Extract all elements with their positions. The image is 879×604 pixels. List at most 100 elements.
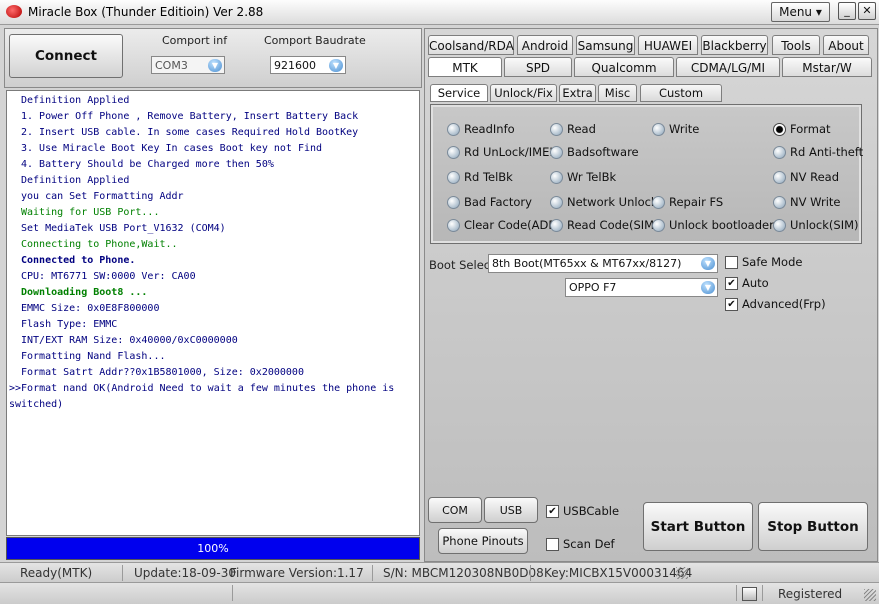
status-bar: Ready(MTK) Update:18-09-30 Firmware Vers… [0,562,879,583]
menu-button[interactable]: Menu ▾ [771,2,830,22]
tab-blackberry[interactable]: Blackberry [701,35,768,55]
tab-tools[interactable]: Tools [772,35,820,55]
option-rd-unlock-imei[interactable]: Rd UnLock/IMEI [464,145,553,159]
tab-spd[interactable]: SPD [504,57,572,77]
option-repair-fs[interactable]: Repair FS [669,195,723,209]
tab-coolsand-rda[interactable]: Coolsand/RDA [428,35,514,55]
tab-android[interactable]: Android [517,35,573,55]
radio-icon[interactable] [447,219,460,232]
boot-select-value: 8th Boot(MT65xx & MT67xx/8127) [492,257,682,270]
log-line: 4. Battery Should be Charged more then 5… [21,159,274,170]
boot-select[interactable]: 8th Boot(MT65xx & MT67xx/8127) ▼ [488,254,718,273]
subtab-service[interactable]: Service [430,84,488,102]
status-firmware: Firmware Version:1.17 [230,566,364,580]
option-badsoftware[interactable]: Badsoftware [567,145,639,159]
log-line: switched) [9,399,64,410]
log-line: 1. Power Off Phone , Remove Battery, Ins… [21,111,359,122]
radio-icon[interactable] [773,196,786,209]
connect-button[interactable]: Connect Button [9,34,123,106]
radio-icon[interactable] [773,171,786,184]
tab-qualcomm[interactable]: Qualcomm [574,57,674,77]
option-clear-code-adb-[interactable]: Clear Code(ADB) [464,218,561,232]
radio-icon[interactable] [550,123,563,136]
log-output[interactable]: Definition Applied 1. Power Off Phone , R… [6,90,420,536]
tab-mstar-w[interactable]: Mstar/W [782,57,872,77]
usb-cable-label: USBCable [563,504,620,518]
scan-def-checkbox[interactable] [546,538,559,551]
subtab-custom-setting[interactable]: Custom Setting [640,84,722,117]
phone-pinouts-button[interactable]: Phone Pinouts [438,528,528,554]
status-key: Key:MICBX15V00031464 [544,566,693,580]
tab-huawei[interactable]: HUAWEI [638,35,698,55]
checkbox-advanced-frp-[interactable]: ✔ [725,298,738,311]
radio-icon[interactable] [773,219,786,232]
checkbox-auto[interactable]: ✔ [725,277,738,290]
tab-samsung[interactable]: Samsung [576,35,635,55]
radio-icon[interactable] [550,146,563,159]
com-scan-button[interactable]: COM Scan [428,497,482,542]
radio-icon[interactable] [652,196,665,209]
close-icon[interactable]: ✕ [858,2,876,20]
usb-cable-checkbox[interactable]: ✔ [546,505,559,518]
option-read[interactable]: Read [567,122,596,136]
comport-select[interactable]: COM3 ▼ [151,56,225,74]
log-line: Formatting Nand Flash... [21,351,166,362]
tab-about[interactable]: About [823,35,869,55]
radio-icon[interactable] [652,123,665,136]
radio-icon[interactable] [447,146,460,159]
minimize-icon[interactable]: _ [838,2,856,20]
radio-icon[interactable] [550,196,563,209]
log-line: you can Set Formatting Addr [21,191,184,202]
log-line: Set MediaTek USB Port_V1632 (COM4) [21,223,226,234]
chevron-down-icon[interactable]: ▼ [701,281,715,294]
radio-icon[interactable] [773,146,786,159]
chevron-down-icon[interactable]: ▼ [701,257,715,270]
option-read-code-sim-[interactable]: Read Code(SIM) [567,218,659,232]
log-line: Downloading Boot8 ... [21,287,148,298]
radio-icon[interactable] [773,123,786,136]
checkbox-safe-mode[interactable] [725,256,738,269]
baudrate-label: Comport Baudrate [264,34,366,47]
option-nv-write[interactable]: NV Write [790,195,841,209]
tab-cdma-lg-mi[interactable]: CDMA/LG/MI [676,57,780,77]
option-format[interactable]: Format [790,122,831,136]
option-write[interactable]: Write [669,122,699,136]
radio-icon[interactable] [447,171,460,184]
keyboard-icon [742,587,757,601]
radio-icon[interactable] [550,219,563,232]
log-line: >>Format nand OK(Android Need to wait a … [9,383,395,394]
subtab-misc[interactable]: Misc [598,84,637,102]
option-unlock-bootloader[interactable]: Unlock bootloader [669,218,774,232]
model-select-value: OPPO F7 [569,281,617,294]
option-wr-telbk[interactable]: Wr TelBk [567,170,616,184]
checkbox-label: Advanced(Frp) [742,297,826,311]
radio-icon[interactable] [550,171,563,184]
option-readinfo[interactable]: ReadInfo [464,122,515,136]
usb-scan-button[interactable]: USB Scan [484,497,538,542]
baudrate-value: 921600 [274,59,316,72]
resize-grip-icon[interactable] [676,567,688,579]
comport-label: Comport inf [162,34,228,47]
chevron-down-icon[interactable]: ▼ [329,59,343,72]
radio-icon[interactable] [652,219,665,232]
tab-mtk[interactable]: MTK [428,57,502,77]
option-bad-factory[interactable]: Bad Factory [464,195,532,209]
resize-grip-icon[interactable] [864,589,876,601]
start-button[interactable]: Start Button [643,502,753,551]
log-line: Waiting for USB Port... [21,207,160,218]
chevron-down-icon[interactable]: ▼ [208,59,222,72]
radio-icon[interactable] [447,196,460,209]
option-rd-telbk[interactable]: Rd TelBk [464,170,513,184]
subtab-unlock-fix[interactable]: Unlock/Fix [490,84,557,102]
baudrate-select[interactable]: 921600 ▼ [270,56,346,74]
log-line: Connected to Phone. [21,255,136,266]
option-rd-anti-theft[interactable]: Rd Anti-theft [790,145,863,159]
option-network-unlock[interactable]: Network Unlock [567,195,658,209]
progress-bar: 100% [6,537,420,560]
radio-icon[interactable] [447,123,460,136]
option-nv-read[interactable]: NV Read [790,170,839,184]
stop-button[interactable]: Stop Button [758,502,868,551]
option-unlock-sim-[interactable]: Unlock(SIM) [790,218,859,232]
model-select[interactable]: OPPO F7 ▼ [565,278,718,297]
subtab-extra[interactable]: Extra [559,84,596,102]
